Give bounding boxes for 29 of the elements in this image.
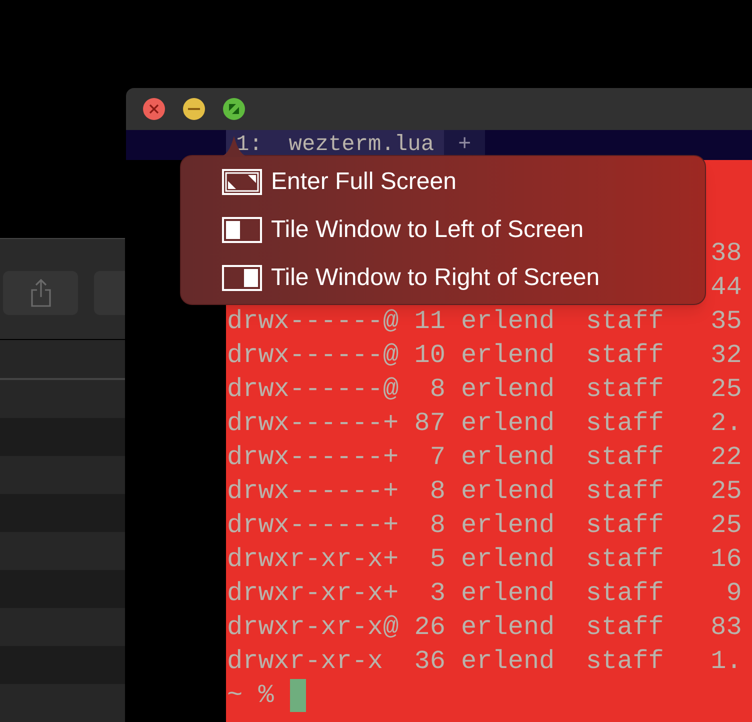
zoom-button[interactable]: [223, 98, 245, 120]
terminal-line: drwx------+ 8 erlend staff 25: [227, 510, 742, 540]
share-button[interactable]: [3, 270, 78, 315]
terminal-line: drwxr-xr-x+ 3 erlend staff 9: [227, 578, 742, 608]
close-button[interactable]: [143, 98, 165, 120]
tile-left-icon: [222, 217, 262, 243]
menu-item[interactable]: Tile Window to Left of Screen: [222, 209, 705, 251]
terminal-line: drwxr-xr-x@ 26 erlend staff 83: [227, 612, 742, 642]
fullscreen-icon: [222, 169, 262, 195]
share-icon: [30, 278, 52, 308]
fullscreen-icon: [228, 103, 240, 115]
terminal-line: drwxr-xr-x+ 5 erlend staff 16: [227, 544, 742, 574]
terminal-line: drwx------+ 87 erlend staff 2.: [227, 408, 742, 438]
terminal-line: drwx------+ 8 erlend staff 25: [227, 476, 742, 506]
menu-item[interactable]: Tile Window to Right of Screen: [222, 257, 705, 299]
tile-right-icon: [222, 265, 262, 291]
terminal-line: drwx------@ 8 erlend staff 25: [227, 374, 742, 404]
menu-item[interactable]: Enter Full Screen: [222, 161, 705, 203]
text-cursor: [290, 678, 306, 712]
minimize-button[interactable]: [183, 98, 205, 120]
terminal-line: 44: [710, 272, 742, 302]
terminal-line: drwx------@ 11 erlend staff 35: [227, 306, 742, 336]
terminal-line: drwx------@ 10 erlend staff 32: [227, 340, 742, 370]
terminal-line: drwxr-xr-x 36 erlend staff 1.: [227, 646, 742, 676]
terminal-line: 38: [710, 238, 742, 268]
terminal-line: drwx------+ 7 erlend staff 22: [227, 442, 742, 472]
minimize-icon: [188, 108, 200, 110]
shell-prompt: ~ %: [227, 679, 274, 712]
close-icon: [149, 104, 159, 114]
